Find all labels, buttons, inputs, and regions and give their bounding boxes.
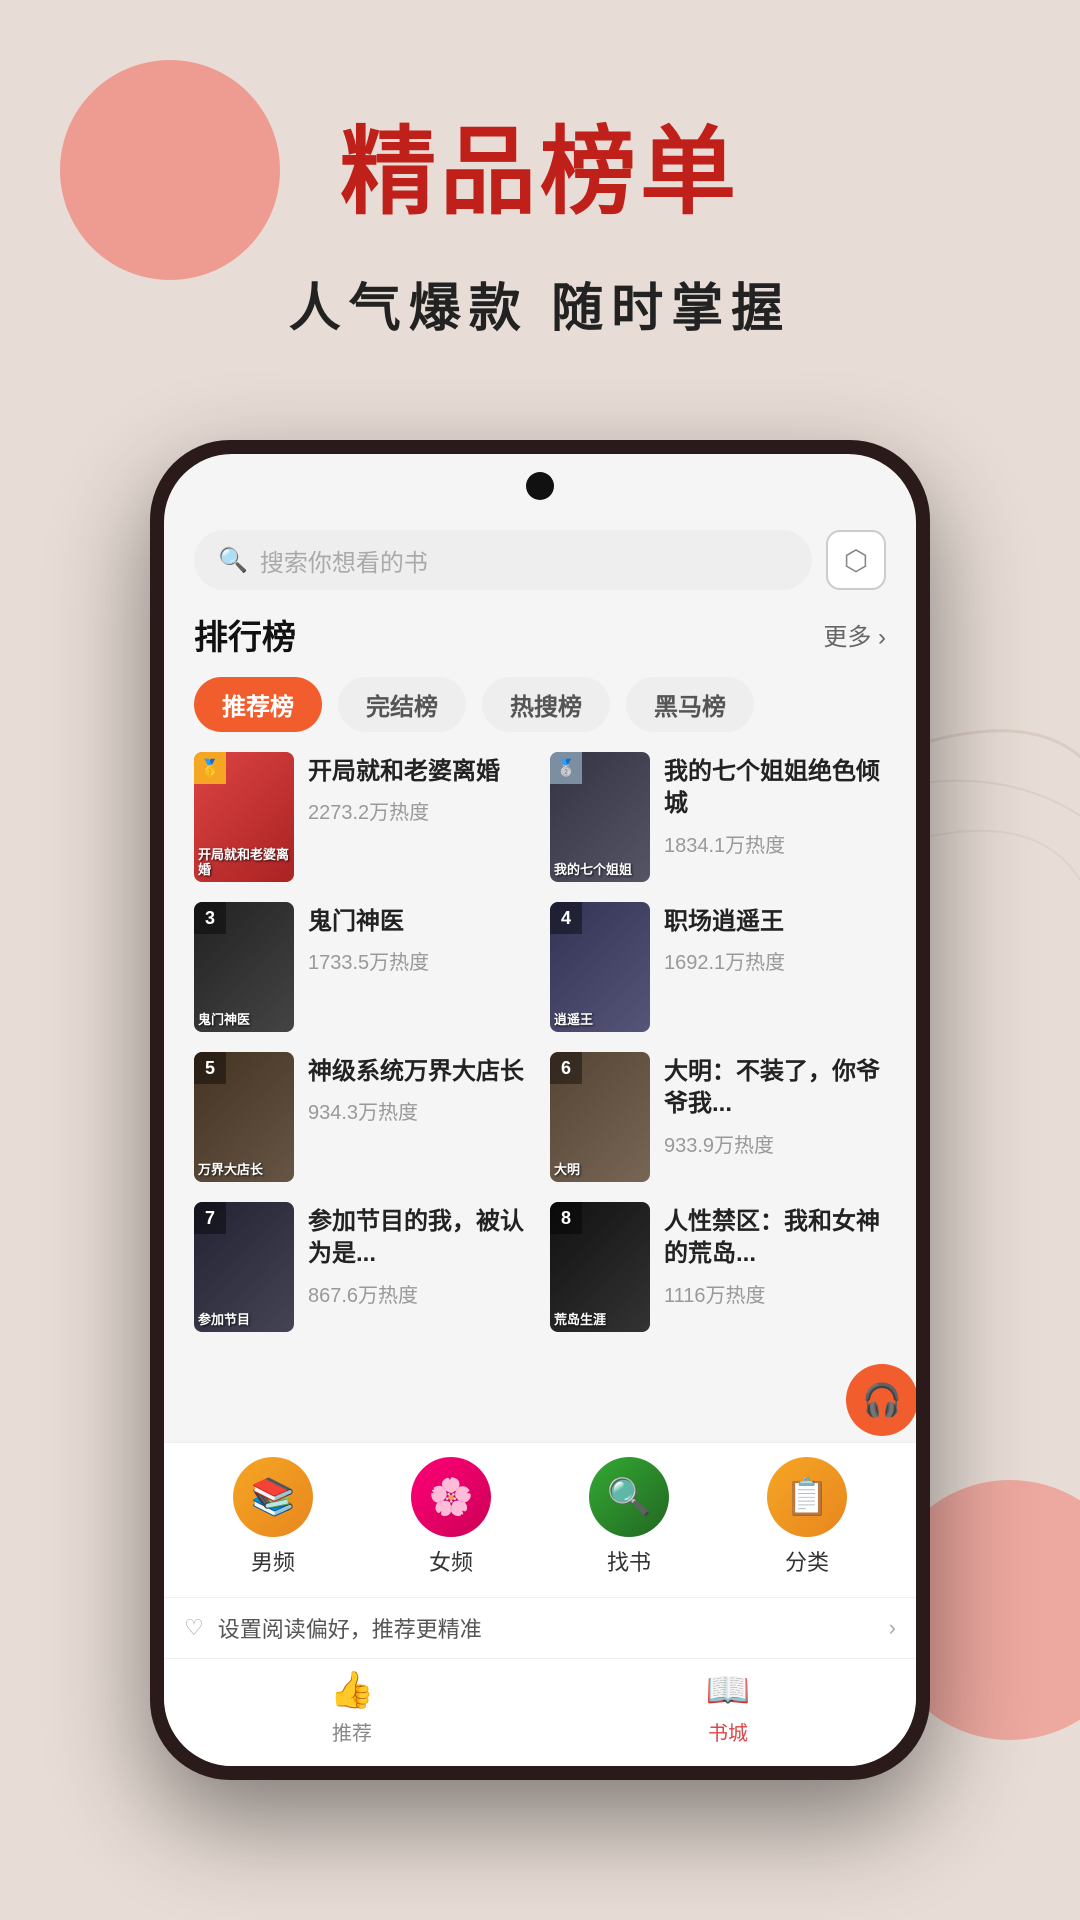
preference-arrow: › <box>889 1615 896 1641</box>
phone-outer: 🎧 🔍 搜索你想看的书 ⬡ 排行榜 更多 › <box>150 440 930 1780</box>
book-info-5: 神级系统万界大店长 934.3万热度 <box>308 1052 530 1125</box>
book-info-8: 人性禁区：我和女神的荒岛... 1116万热度 <box>664 1202 886 1308</box>
book-cover-3: 3 鬼门神医 <box>194 902 294 1032</box>
book-cover-5: 5 万界大店长 <box>194 1052 294 1182</box>
book-info-7: 参加节目的我，被认为是... 867.6万热度 <box>308 1202 530 1308</box>
bookstore-tab-icon: 📖 <box>706 1669 751 1711</box>
rank-badge-8: 8 <box>550 1202 582 1234</box>
category-icon: 📋 <box>767 1457 847 1537</box>
book-title-7: 参加节目的我，被认为是... <box>308 1206 530 1271</box>
male-frequency-icon: 📚 <box>233 1457 313 1537</box>
book-title-3: 鬼门神医 <box>308 906 530 938</box>
tab-dark-horse[interactable]: 黑马榜 <box>626 677 754 732</box>
preference-text: 设置阅读偏好，推荐更精准 <box>218 1612 875 1644</box>
rank-badge-4: 4 <box>550 902 582 934</box>
list-item[interactable]: 3 鬼门神医 鬼门神医 1733.5万热度 <box>194 902 530 1032</box>
main-title: 精品榜单 <box>0 120 1080 226</box>
female-frequency-icon: 🌸 <box>411 1457 491 1537</box>
book-info-3: 鬼门神医 1733.5万热度 <box>308 902 530 975</box>
book-heat-1: 2273.2万热度 <box>308 796 530 825</box>
search-icon: 🔍 <box>218 546 248 575</box>
rankings-tab-bar: 推荐榜 完结榜 热搜榜 黑马榜 <box>194 677 886 732</box>
book-title-5: 神级系统万界大店长 <box>308 1056 530 1088</box>
list-item[interactable]: 8 荒岛生涯 人性禁区：我和女神的荒岛... 1116万热度 <box>550 1202 886 1332</box>
nav-item-find[interactable]: 🔍 找书 <box>589 1457 669 1577</box>
nav-item-male[interactable]: 📚 男频 <box>233 1457 313 1577</box>
rank-badge-1: 🥇 <box>194 752 226 784</box>
book-title-1: 开局就和老婆离婚 <box>308 756 530 788</box>
book-heat-2: 1834.1万热度 <box>664 829 886 858</box>
rank-badge-2: 🥈 <box>550 752 582 784</box>
book-heat-8: 1116万热度 <box>664 1279 886 1308</box>
preference-banner[interactable]: ♡ 设置阅读偏好，推荐更精准 › <box>164 1597 916 1658</box>
nav-label-male: 男频 <box>251 1545 295 1577</box>
book-info-1: 开局就和老婆离婚 2273.2万热度 <box>308 752 530 825</box>
list-item[interactable]: 4 逍遥王 职场逍遥王 1692.1万热度 <box>550 902 886 1032</box>
nav-label-find: 找书 <box>607 1545 651 1577</box>
camera-hole <box>526 472 554 500</box>
book-info-4: 职场逍遥王 1692.1万热度 <box>664 902 886 975</box>
tab-finished[interactable]: 完结榜 <box>338 677 466 732</box>
book-title-6: 大明：不装了，你爷爷我... <box>664 1056 886 1121</box>
heart-icon: ♡ <box>184 1615 204 1641</box>
book-title-4: 职场逍遥王 <box>664 906 886 938</box>
rank-badge-3: 3 <box>194 902 226 934</box>
recommend-tab-icon: 👍 <box>330 1669 375 1711</box>
recommend-tab-label: 推荐 <box>332 1717 372 1746</box>
tab-bookstore[interactable]: 📖 书城 <box>540 1669 916 1746</box>
book-grid: 🥇 开局就和老婆离婚 开局就和老婆离婚 2273.2万热度 🥈 <box>194 752 886 1332</box>
bookstore-tab-label: 书城 <box>708 1717 748 1746</box>
book-heat-6: 933.9万热度 <box>664 1129 886 1158</box>
book-heat-7: 867.6万热度 <box>308 1279 530 1308</box>
rankings-section: 排行榜 更多 › 推荐榜 完结榜 热搜榜 黑马榜 <box>164 600 916 1442</box>
book-cover-1: 🥇 开局就和老婆离婚 <box>194 752 294 882</box>
book-cover-8: 8 荒岛生涯 <box>550 1202 650 1332</box>
sub-title: 人气爆款 随时掌握 <box>0 266 1080 341</box>
rank-badge-7: 7 <box>194 1202 226 1234</box>
nav-label-female: 女频 <box>429 1545 473 1577</box>
rank-badge-6: 6 <box>550 1052 582 1084</box>
search-bar-container: 🔍 搜索你想看的书 ⬡ <box>164 514 916 600</box>
phone-mockup: 🎧 🔍 搜索你想看的书 ⬡ 排行榜 更多 › <box>150 440 930 1780</box>
book-heat-4: 1692.1万热度 <box>664 946 886 975</box>
floating-audio-button[interactable]: 🎧 <box>846 1364 916 1436</box>
book-heat-5: 934.3万热度 <box>308 1096 530 1125</box>
rank-badge-5: 5 <box>194 1052 226 1084</box>
list-item[interactable]: 6 大明 大明：不装了，你爷爷我... 933.9万热度 <box>550 1052 886 1182</box>
nav-label-category: 分类 <box>785 1545 829 1577</box>
list-item[interactable]: 🥈 我的七个姐姐 我的七个姐姐绝色倾城 1834.1万热度 <box>550 752 886 882</box>
bottom-nav-icons-section: 📚 男频 🌸 女频 🔍 找书 📋 分类 <box>164 1442 916 1597</box>
list-item[interactable]: 7 参加节目 参加节目的我，被认为是... 867.6万热度 <box>194 1202 530 1332</box>
book-cover-6: 6 大明 <box>550 1052 650 1182</box>
more-link[interactable]: 更多 › <box>823 617 886 652</box>
rankings-title: 排行榜 <box>194 610 296 659</box>
list-item[interactable]: 5 万界大店长 神级系统万界大店长 934.3万热度 <box>194 1052 530 1182</box>
screen-content: 🔍 搜索你想看的书 ⬡ 排行榜 更多 › 推荐榜 <box>164 454 916 1766</box>
scan-icon: ⬡ <box>844 544 868 577</box>
nav-item-female[interactable]: 🌸 女频 <box>411 1457 491 1577</box>
book-cover-4: 4 逍遥王 <box>550 902 650 1032</box>
book-heat-3: 1733.5万热度 <box>308 946 530 975</box>
nav-item-category[interactable]: 📋 分类 <box>767 1457 847 1577</box>
book-title-8: 人性禁区：我和女神的荒岛... <box>664 1206 886 1271</box>
tab-recommended[interactable]: 推荐榜 <box>194 677 322 732</box>
list-item[interactable]: 🥇 开局就和老婆离婚 开局就和老婆离婚 2273.2万热度 <box>194 752 530 882</box>
book-title-2: 我的七个姐姐绝色倾城 <box>664 756 886 821</box>
book-cover-7: 7 参加节目 <box>194 1202 294 1332</box>
find-book-icon: 🔍 <box>589 1457 669 1537</box>
scan-button[interactable]: ⬡ <box>826 530 886 590</box>
search-input-placeholder: 搜索你想看的书 <box>260 543 428 578</box>
search-bar[interactable]: 🔍 搜索你想看的书 <box>194 530 812 590</box>
phone-screen: 🎧 🔍 搜索你想看的书 ⬡ 排行榜 更多 › <box>164 454 916 1766</box>
book-info-6: 大明：不装了，你爷爷我... 933.9万热度 <box>664 1052 886 1158</box>
rankings-header: 排行榜 更多 › <box>194 610 886 659</box>
book-info-2: 我的七个姐姐绝色倾城 1834.1万热度 <box>664 752 886 858</box>
bottom-tab-bar: 👍 推荐 📖 书城 <box>164 1658 916 1766</box>
tab-hot-search[interactable]: 热搜榜 <box>482 677 610 732</box>
book-cover-2: 🥈 我的七个姐姐 <box>550 752 650 882</box>
nav-icons-row: 📚 男频 🌸 女频 🔍 找书 📋 分类 <box>184 1457 896 1577</box>
header-section: 精品榜单 人气爆款 随时掌握 <box>0 120 1080 341</box>
tab-recommend[interactable]: 👍 推荐 <box>164 1669 540 1746</box>
